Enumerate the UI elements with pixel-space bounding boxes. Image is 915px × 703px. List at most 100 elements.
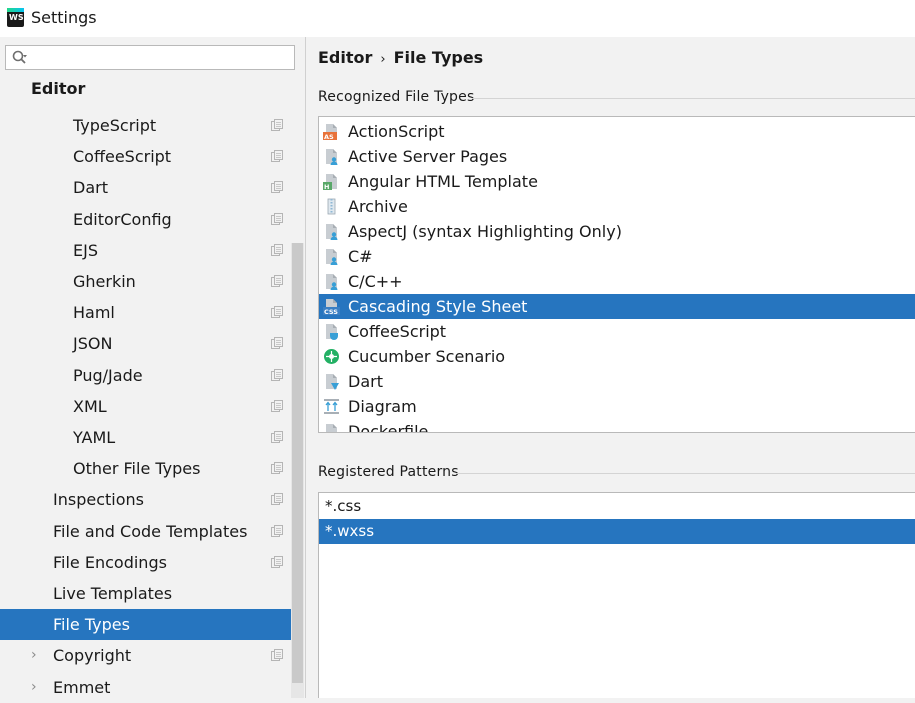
sidebar-item-label: Copyright	[53, 646, 132, 666]
pattern-label: *.css	[325, 497, 362, 515]
sidebar-item-file-encodings[interactable]: File Encodings	[0, 547, 291, 578]
sidebar-item-label: Live Templates	[53, 584, 173, 603]
angular-html-icon: H	[323, 174, 337, 190]
sidebar-item-coffeescript[interactable]: CoffeeScript	[0, 141, 291, 172]
sidebar-item-dart[interactable]: Dart	[0, 172, 291, 203]
recognized-file-types-title: Recognized File Types	[318, 89, 475, 105]
css-icon: CSS	[323, 299, 340, 315]
sidebar-item-label: File Encodings	[53, 552, 167, 572]
project-scope-copy-icon	[271, 524, 283, 537]
file-type-item-aspectj-syntax-highlighting-only[interactable]: AspectJ (syntax Highlighting Only)	[319, 219, 915, 244]
dart-icon	[326, 374, 339, 390]
section-divider	[456, 473, 915, 474]
file-type-label: Active Server Pages	[348, 147, 508, 166]
sidebar-item-other-file-types[interactable]: Other File Types	[0, 453, 291, 484]
sidebar-item-inspections[interactable]: Inspections	[0, 484, 291, 515]
file-type-label: Dart	[348, 372, 383, 391]
sidebar-item-editorconfig[interactable]: EditorConfig	[0, 204, 291, 235]
sidebar-item-label: EditorConfig	[73, 209, 172, 229]
project-scope-copy-icon	[271, 462, 283, 475]
sidebar-item-label: CoffeeScript	[73, 147, 172, 167]
project-scope-copy-icon	[271, 337, 283, 350]
recognized-file-types-list[interactable]: AS ActionScript Active Server Pages H Angula…	[318, 116, 915, 433]
sidebar-item-live-templates[interactable]: Live Templates	[0, 578, 291, 609]
file-type-item-dart[interactable]: Dart	[319, 369, 915, 394]
sidebar-scrollbar-thumb[interactable]	[292, 243, 303, 683]
sidebar-item-label: File Types	[53, 615, 130, 635]
project-scope-copy-icon	[271, 368, 283, 381]
file-type-item-dockerfile[interactable]: Dockerfile	[319, 419, 915, 433]
sidebar-section-editor[interactable]: Editor	[31, 79, 85, 98]
sidebar-item-label: Pug/Jade	[73, 365, 143, 385]
sidebar-item-yaml[interactable]: YAML	[0, 422, 291, 453]
file-type-label: ActionScript	[348, 122, 445, 141]
project-scope-copy-icon	[271, 150, 283, 163]
sidebar-item-label: JSON	[73, 334, 113, 354]
file-type-label: Cucumber Scenario	[348, 347, 506, 366]
sidebar-item-label: Gherkin	[73, 272, 136, 291]
project-scope-copy-icon	[271, 431, 283, 443]
sidebar-item-gherkin[interactable]: Gherkin	[0, 266, 291, 297]
sidebar-item-label: Dart	[73, 178, 108, 198]
file-type-item-active-server-pages[interactable]: Active Server Pages	[319, 144, 915, 169]
title-bar: WS Settings	[0, 0, 915, 37]
project-scope-copy-icon	[271, 649, 283, 662]
sidebar-item-file-types[interactable]: File Types	[0, 609, 304, 641]
sidebar-item-pug-jade[interactable]: Pug/Jade	[0, 360, 291, 391]
diagram-icon	[324, 399, 339, 414]
project-scope-copy-icon	[271, 243, 283, 256]
project-scope-copy-icon	[271, 212, 283, 225]
sidebar-item-label: File and Code Templates	[53, 521, 248, 541]
settings-sidebar: Editor TypeScript CoffeeScript Dart EditorC…	[0, 37, 306, 698]
file-types-panel: Editor › File Types Recognized File Types …	[306, 37, 915, 698]
svg-text:AS: AS	[324, 133, 334, 140]
file-type-label: Dockerfile	[348, 422, 429, 433]
coffeescript-icon	[326, 324, 338, 340]
file-type-item-diagram[interactable]: Diagram	[319, 394, 915, 419]
file-type-item-angular-html-template[interactable]: H Angular HTML Template	[319, 169, 915, 194]
sidebar-item-label: Haml	[73, 303, 115, 323]
sidebar-item-haml[interactable]: Haml	[0, 297, 291, 328]
project-scope-copy-icon	[271, 181, 283, 194]
section-divider	[472, 98, 915, 99]
pattern-item[interactable]: *.css	[319, 494, 915, 519]
sidebar-item-file-and-code-templates[interactable]: File and Code Templates	[0, 516, 291, 547]
svg-text:CSS: CSS	[324, 308, 338, 315]
file-type-label: C/C++	[348, 272, 403, 291]
sidebar-item-typescript[interactable]: TypeScript	[0, 110, 291, 141]
registered-patterns-list[interactable]: *.css *.wxss	[318, 492, 915, 698]
sidebar-item-xml[interactable]: XML	[0, 391, 291, 422]
file-type-item-cascading-style-sheet[interactable]: CSS Cascading Style Sheet	[319, 294, 915, 319]
file-type-item-archive[interactable]: Archive	[319, 194, 915, 219]
file-type-item-c[interactable]: C#	[319, 244, 915, 269]
sidebar-item-copyright[interactable]: › Copyright	[0, 640, 291, 671]
sidebar-item-ejs[interactable]: EJS	[0, 235, 291, 266]
archive-icon	[327, 198, 336, 215]
chevron-right-icon[interactable]: ›	[31, 640, 37, 671]
file-type-item-cucumber-scenario[interactable]: Cucumber Scenario	[319, 344, 915, 369]
pattern-item[interactable]: *.wxss	[319, 519, 915, 544]
dockerfile-icon	[326, 424, 337, 432]
file-type-item-actionscript[interactable]: AS ActionScript	[319, 119, 915, 144]
cpp-icon	[326, 274, 338, 290]
sidebar-item-label: Other File Types	[73, 459, 201, 479]
registered-patterns-title: Registered Patterns	[318, 464, 459, 480]
breadcrumb-parent[interactable]: Editor	[318, 48, 372, 67]
pattern-label: *.wxss	[325, 522, 375, 540]
project-scope-copy-icon	[271, 493, 283, 506]
file-type-item-c-c[interactable]: C/C++	[319, 269, 915, 294]
webstorm-logo-icon: WS	[7, 8, 24, 27]
project-scope-copy-icon	[271, 119, 283, 131]
cucumber-icon	[324, 349, 339, 364]
csharp-icon	[326, 249, 338, 265]
file-type-label: C#	[348, 247, 373, 266]
search-icon[interactable]	[12, 50, 28, 66]
file-type-item-coffeescript[interactable]: CoffeeScript	[319, 319, 915, 344]
breadcrumb-separator: ›	[380, 52, 386, 67]
sidebar-item-json[interactable]: JSON	[0, 328, 291, 359]
sidebar-item-label: EJS	[73, 240, 98, 260]
file-type-label: Diagram	[348, 397, 417, 416]
aspectj-icon	[326, 224, 338, 240]
asp-icon	[326, 149, 338, 165]
search-input[interactable]	[5, 45, 295, 70]
